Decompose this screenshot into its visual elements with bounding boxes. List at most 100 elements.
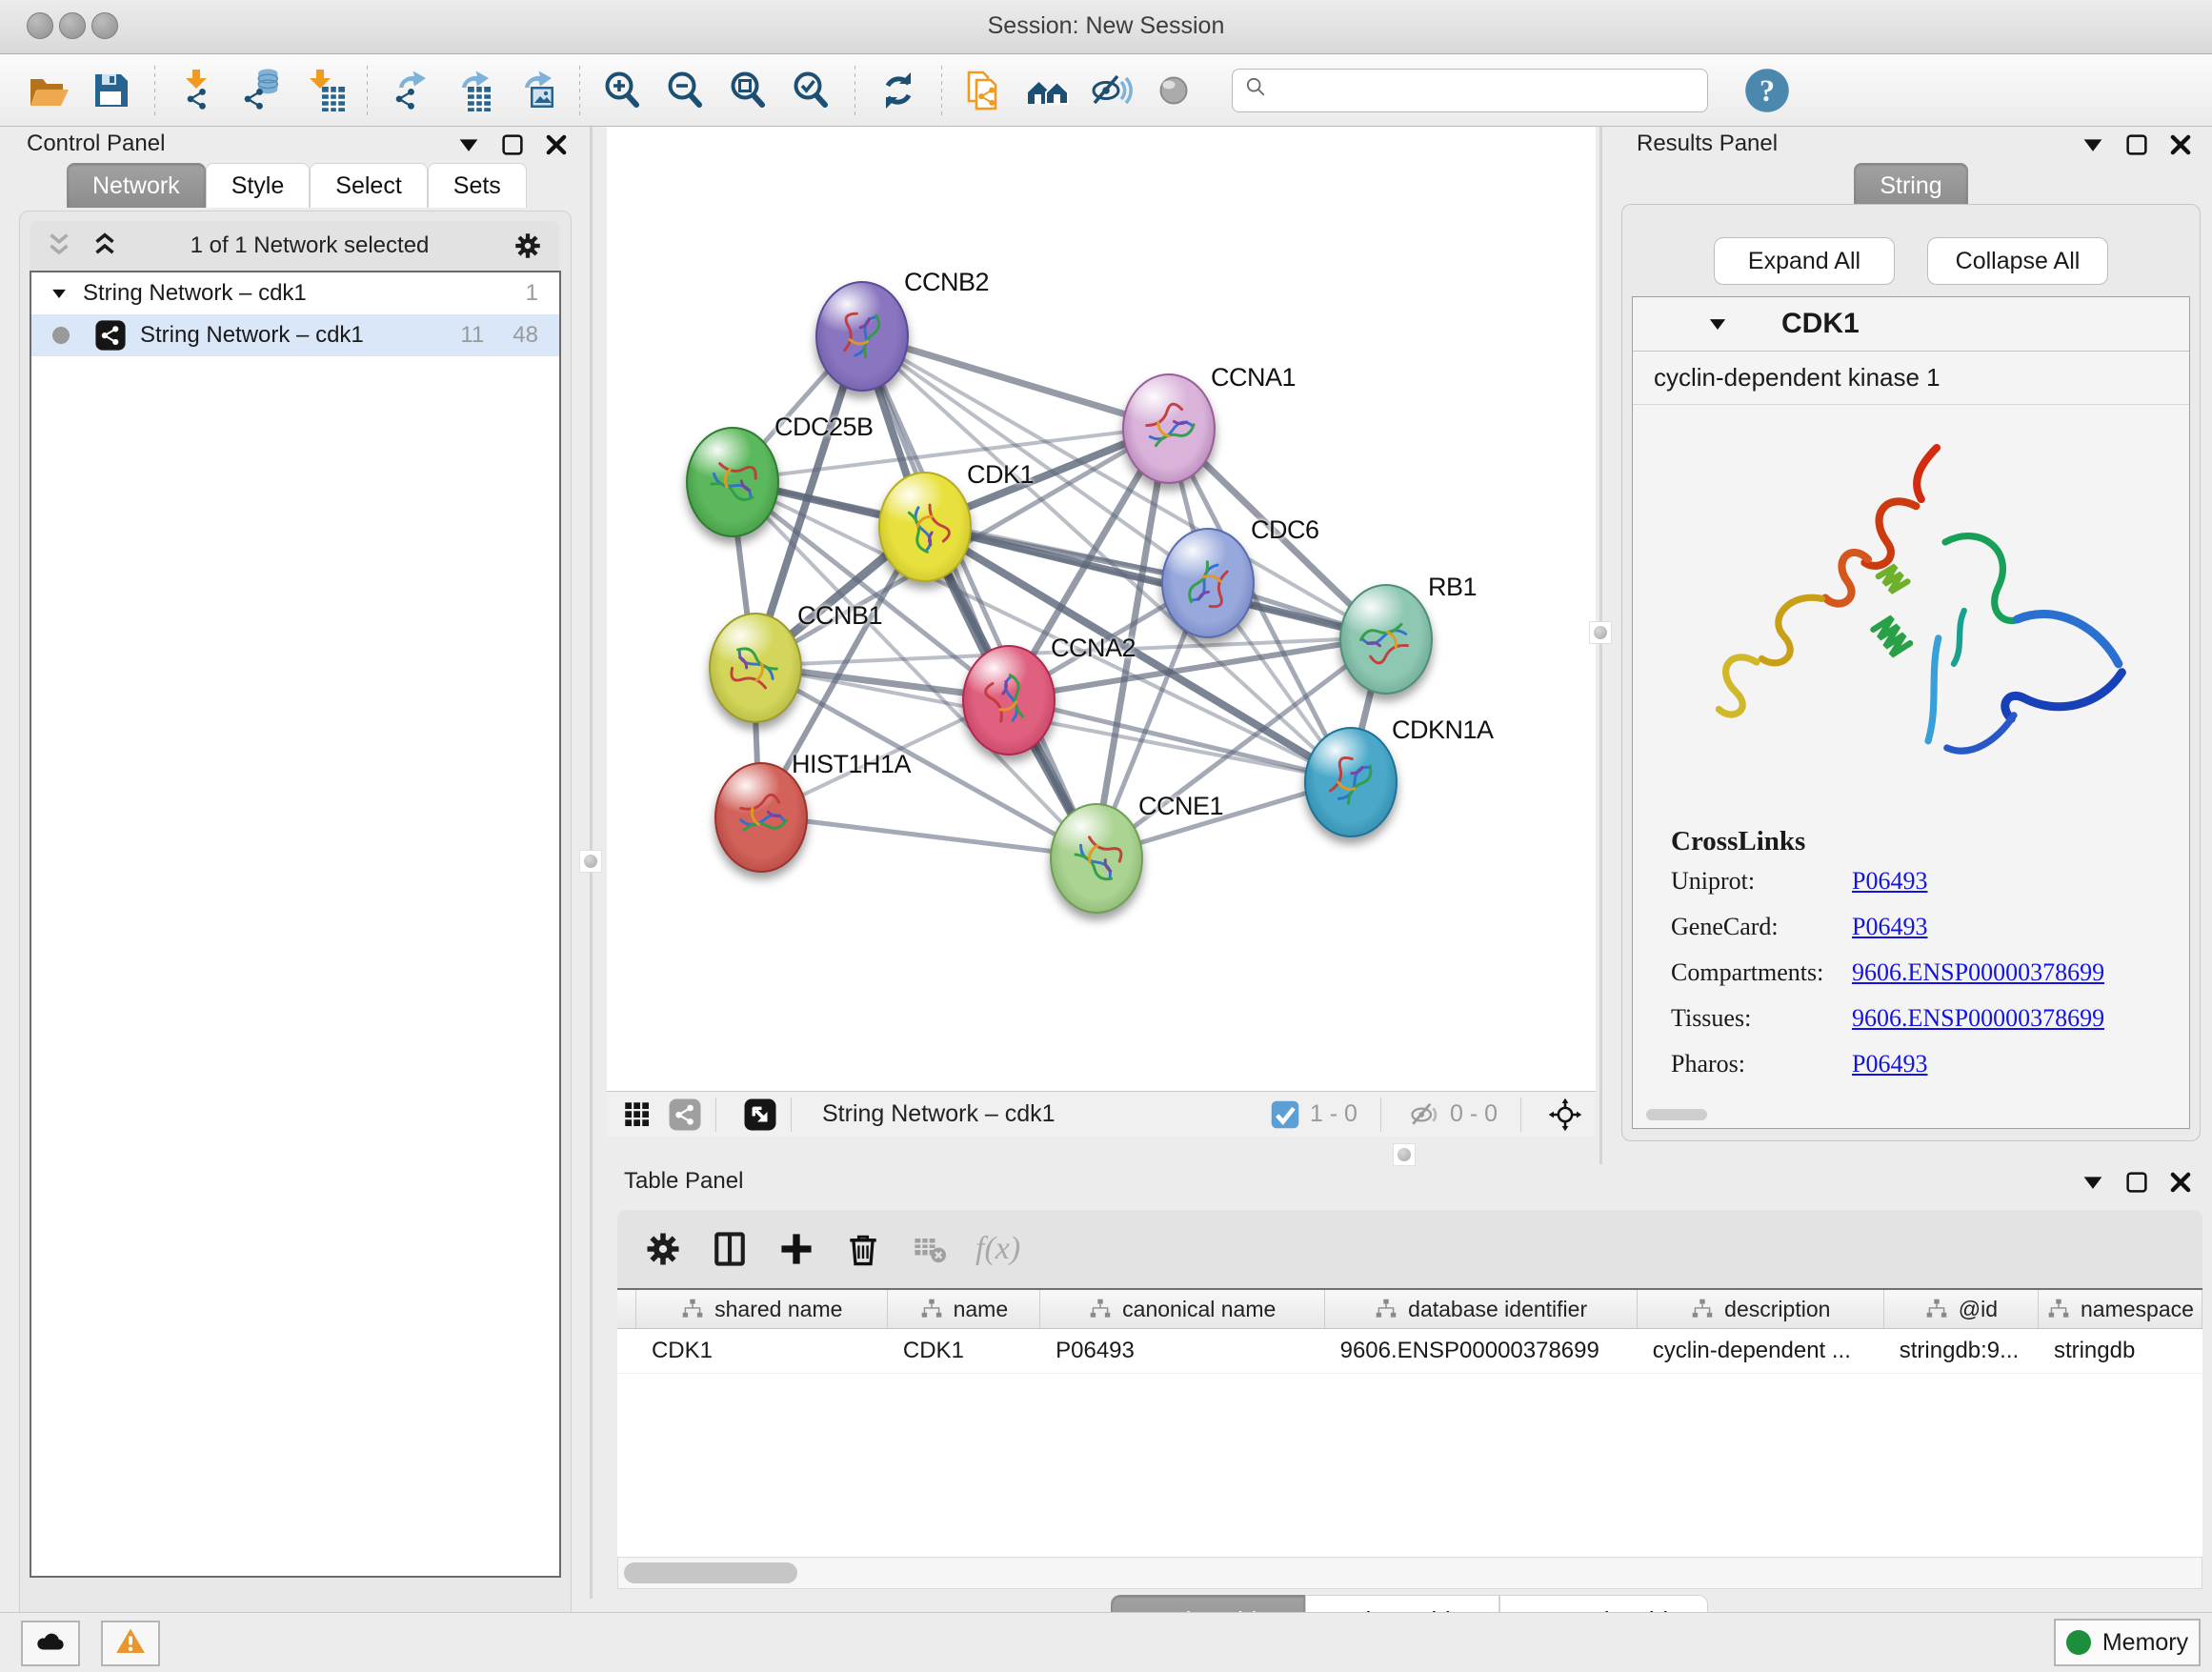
help-button[interactable]: ? (1742, 66, 1792, 115)
network-view-icon[interactable] (668, 1098, 702, 1132)
cell[interactable]: stringdb:9... (1884, 1329, 2039, 1373)
close-panel-icon[interactable] (542, 131, 571, 159)
gear-black-button[interactable] (642, 1228, 684, 1270)
zoom-fit-button[interactable] (723, 65, 774, 116)
panel-menu-icon[interactable] (2079, 1168, 2107, 1197)
panel-menu-icon[interactable] (2079, 131, 2107, 159)
left-splitter-handle[interactable] (579, 850, 602, 873)
close-panel-icon[interactable] (2166, 1168, 2195, 1197)
tab-style[interactable]: Style (206, 163, 311, 208)
float-panel-icon[interactable] (2122, 131, 2151, 159)
expand-all-networks-icon[interactable] (43, 230, 75, 262)
export-image-button[interactable] (511, 65, 562, 116)
column-header-shared-name[interactable]: shared name (636, 1290, 888, 1328)
network-node-cdk1[interactable] (878, 472, 972, 582)
network-node-ccnb2[interactable] (815, 281, 909, 392)
function-builder-button[interactable]: f(x) (975, 1231, 1020, 1267)
crosslink-link[interactable]: 9606.ENSP00000378699 (1852, 1004, 2104, 1033)
network-node-ccnb1[interactable] (709, 613, 802, 723)
share-document-button[interactable] (959, 65, 1011, 116)
memory-button[interactable]: Memory (2054, 1619, 2201, 1666)
tab-network[interactable]: Network (67, 163, 206, 208)
network-canvas[interactable]: CCNB2CCNA1CDC25BCDK1CDC6RB1CCNB1CCNA2CDK… (607, 127, 1596, 1137)
open-session-button[interactable] (23, 65, 74, 116)
export-table-button[interactable] (448, 65, 499, 116)
network-node-cdkn1a[interactable] (1304, 727, 1398, 837)
network-options-gear-icon[interactable] (512, 230, 544, 262)
hide-details-button[interactable] (1085, 65, 1136, 116)
show-details-button[interactable] (1148, 65, 1199, 116)
scrollbar-thumb[interactable] (624, 1562, 797, 1583)
expand-all-button[interactable]: Expand All (1714, 237, 1895, 285)
tab-sets[interactable]: Sets (428, 163, 527, 208)
delete-table-button[interactable] (909, 1228, 951, 1270)
cell[interactable]: CDK1 (888, 1329, 1040, 1373)
collection-caret-icon[interactable] (49, 283, 70, 304)
first-neighbors-button[interactable] (1022, 65, 1074, 116)
column-header-namespace[interactable]: namespace (2039, 1290, 2202, 1328)
column-header-description[interactable]: description (1638, 1290, 1884, 1328)
network-node-ccna2[interactable] (962, 645, 1056, 755)
network-node-cdc6[interactable] (1161, 528, 1255, 638)
column-header-name[interactable]: name (888, 1290, 1040, 1328)
warnings-button[interactable] (101, 1621, 160, 1666)
tab-select[interactable]: Select (310, 163, 427, 208)
column-header--id[interactable]: @id (1884, 1290, 2039, 1328)
export-network-button[interactable] (385, 65, 436, 116)
refresh-button[interactable] (873, 65, 924, 116)
cell[interactable]: stringdb (2039, 1329, 2202, 1373)
cloud-icon (34, 1625, 67, 1662)
search-box[interactable] (1232, 69, 1708, 112)
collapse-all-button[interactable]: Collapse All (1927, 237, 2108, 285)
close-panel-icon[interactable] (2166, 131, 2195, 159)
table-row[interactable]: CDK1CDK1P064939606.ENSP00000378699cyclin… (617, 1329, 2202, 1374)
detach-view-icon[interactable] (743, 1098, 777, 1132)
cloud-button[interactable] (21, 1621, 80, 1666)
search-input[interactable] (1273, 71, 1707, 111)
column-header-canonical-name[interactable]: canonical name (1040, 1290, 1325, 1328)
add-button[interactable] (775, 1228, 817, 1270)
zoom-selected-button[interactable] (786, 65, 837, 116)
crosslink-link[interactable]: P06493 (1852, 867, 1927, 896)
column-header-database-identifier[interactable]: database identifier (1325, 1290, 1638, 1328)
gene-card-header[interactable]: CDK1 (1633, 297, 2189, 352)
columns-button[interactable] (709, 1228, 751, 1270)
cell[interactable]: P06493 (1040, 1329, 1325, 1373)
control-panel: Control Panel NetworkStyleSelectSets 1 o… (0, 127, 588, 1599)
right-splitter[interactable] (1599, 127, 1602, 1164)
network-collection-row[interactable]: String Network – cdk1 1 (31, 272, 559, 314)
cell[interactable]: 9606.ENSP00000378699 (1325, 1329, 1638, 1373)
collapse-all-networks-icon[interactable] (89, 230, 121, 262)
tab-string[interactable]: String (1854, 163, 1967, 208)
float-panel-icon[interactable] (498, 131, 527, 159)
results-scrollbar-thumb[interactable] (1646, 1109, 1707, 1120)
selected-nodes-checkbox-icon[interactable] (1268, 1098, 1302, 1132)
network-row-selected[interactable]: String Network – cdk1 11 48 (31, 314, 559, 356)
network-node-cdc25b[interactable] (686, 427, 779, 537)
panel-menu-icon[interactable] (454, 131, 483, 159)
import-network-button[interactable] (172, 65, 224, 116)
table-horizontal-scrollbar[interactable] (617, 1557, 2202, 1589)
node-label-cdc25b: CDC25B (774, 413, 874, 442)
fit-selected-crosshair-icon[interactable] (1548, 1098, 1582, 1132)
zoom-in-button[interactable] (597, 65, 649, 116)
right-splitter-handle[interactable] (1589, 621, 1612, 644)
network-node-rb1[interactable] (1339, 584, 1433, 695)
trash-button[interactable] (842, 1228, 884, 1270)
import-table-button[interactable] (298, 65, 350, 116)
crosslink-link[interactable]: 9606.ENSP00000378699 (1852, 958, 2104, 987)
save-session-button[interactable] (86, 65, 137, 116)
cell[interactable]: CDK1 (636, 1329, 888, 1373)
crosslink-link[interactable]: P06493 (1852, 913, 1927, 941)
network-node-ccna1[interactable] (1122, 373, 1216, 484)
float-panel-icon[interactable] (2122, 1168, 2151, 1197)
grid-view-icon[interactable] (620, 1098, 654, 1132)
cell[interactable]: cyclin-dependent ... (1638, 1329, 1884, 1373)
zoom-out-button[interactable] (660, 65, 712, 116)
network-node-ccne1[interactable] (1050, 803, 1143, 914)
import-database-button[interactable] (235, 65, 287, 116)
hidden-elements-icon[interactable] (1408, 1098, 1442, 1132)
gene-collapse-icon[interactable] (1705, 312, 1730, 336)
bottom-splitter-handle[interactable] (1393, 1143, 1416, 1166)
crosslink-link[interactable]: P06493 (1852, 1050, 1927, 1078)
